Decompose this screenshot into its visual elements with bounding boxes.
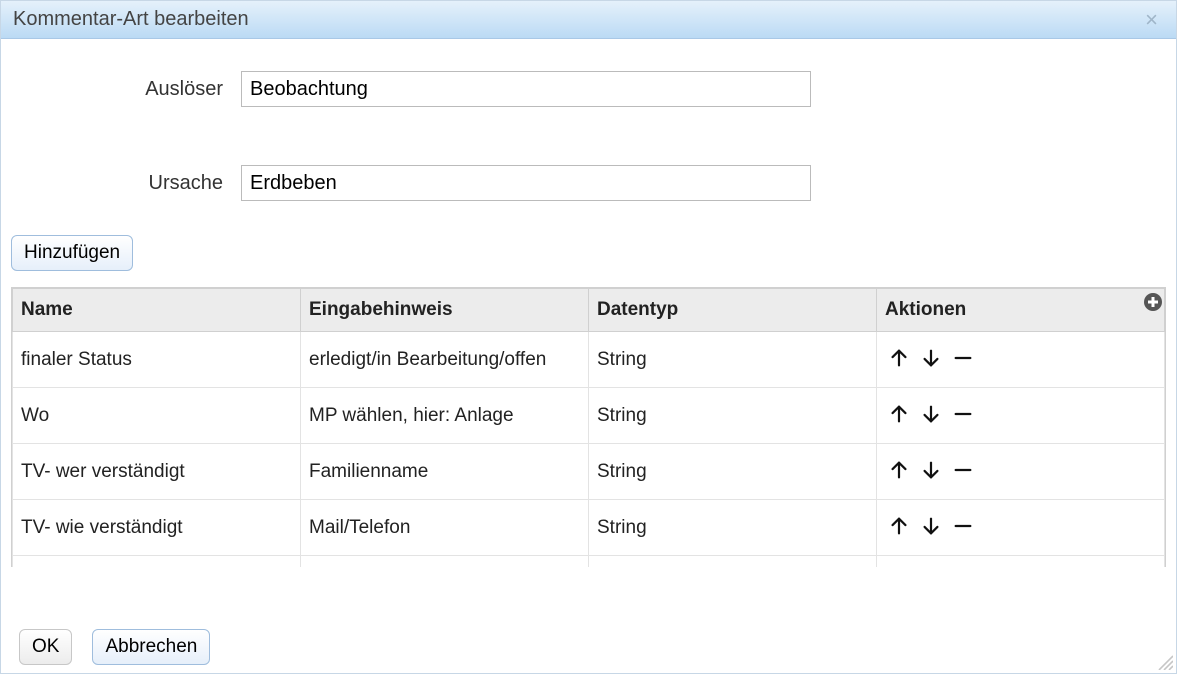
cell-name: TV- wer verständigt [13,444,301,500]
cause-label: Ursache [11,172,241,195]
cancel-button[interactable]: Abbrechen [92,629,210,665]
table-body: finaler Statuserledigt/in Bearbeitung/of… [13,332,1165,568]
titlebar: Kommentar-Art bearbeiten × [1,1,1176,39]
arrow-up-icon[interactable] [885,512,913,540]
cell-type: String [589,500,877,556]
table-row: TV- wer verständigtFamiliennameString [13,444,1165,500]
table-header-row: Name Eingabehinweis Datentyp Aktionen [13,289,1165,332]
dialog-footer: OK Abbrechen [11,617,1166,673]
fields-table: Name Eingabehinweis Datentyp Aktionen fi… [12,288,1165,567]
cell-hint: Familienname [301,444,589,500]
table-row: WoMP wählen, hier: AnlageString [13,388,1165,444]
resize-grip-icon[interactable] [1155,652,1173,670]
actions-cell [877,388,1165,444]
cell-name: Wo [13,388,301,444]
arrow-down-icon[interactable] [917,344,945,372]
add-button[interactable]: Hinzufügen [11,235,133,271]
cause-input[interactable] [241,165,811,201]
cell-hint: Lokalzeit [301,556,589,568]
cell-type: String [589,388,877,444]
arrow-up-icon[interactable] [885,456,913,484]
col-header-name: Name [13,289,301,332]
cell-hint: Mail/Telefon [301,500,589,556]
ok-button[interactable]: OK [19,629,72,665]
table-area: Name Eingabehinweis Datentyp Aktionen fi… [11,287,1166,617]
minus-icon[interactable] [949,456,977,484]
col-header-hint: Eingabehinweis [301,289,589,332]
cell-hint: erledigt/in Bearbeitung/offen [301,332,589,388]
col-header-type: Datentyp [589,289,877,332]
actions-cell [877,444,1165,500]
arrow-up-icon[interactable] [885,400,913,428]
actions-cell [877,332,1165,388]
trigger-input[interactable] [241,71,811,107]
cell-type: String [589,332,877,388]
table-row: TV- wann verständigtLokalzeitDate [13,556,1165,568]
cell-type: String [589,444,877,500]
cell-name: TV- wann verständigt [13,556,301,568]
arrow-up-icon[interactable] [885,344,913,372]
minus-icon[interactable] [949,344,977,372]
actions-cell [877,556,1165,568]
table-row: finaler Statuserledigt/in Bearbeitung/of… [13,332,1165,388]
dialog-title: Kommentar-Art bearbeiten [13,8,249,31]
cell-type: Date [589,556,877,568]
table-scroll[interactable]: Name Eingabehinweis Datentyp Aktionen fi… [11,287,1166,567]
arrow-down-icon[interactable] [917,456,945,484]
actions-cell [877,500,1165,556]
col-header-actions: Aktionen [877,289,1165,332]
form-row-cause: Ursache [11,165,1166,201]
arrow-down-icon[interactable] [917,400,945,428]
dialog-window: Kommentar-Art bearbeiten × Auslöser Ursa… [0,0,1177,674]
minus-icon[interactable] [949,400,977,428]
cell-name: finaler Status [13,332,301,388]
cell-hint: MP wählen, hier: Anlage [301,388,589,444]
cell-name: TV- wie verständigt [13,500,301,556]
add-button-wrap: Hinzufügen [11,235,1166,271]
trigger-label: Auslöser [11,78,241,101]
arrow-down-icon[interactable] [917,512,945,540]
plus-icon[interactable] [1144,293,1162,311]
table-row: TV- wie verständigtMail/TelefonString [13,500,1165,556]
dialog-content: Auslöser Ursache Hinzufügen N [1,39,1176,673]
form-row-trigger: Auslöser [11,71,1166,107]
close-icon[interactable]: × [1139,9,1164,31]
minus-icon[interactable] [949,512,977,540]
